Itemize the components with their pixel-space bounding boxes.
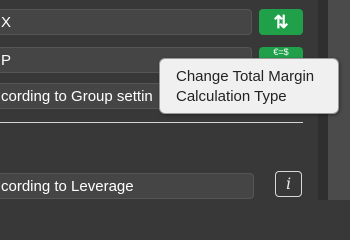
field-p-value: P: [1, 52, 12, 69]
swap-vertical-icon: ⇅: [273, 11, 289, 32]
section-divider: [0, 122, 303, 123]
leverage-value: cording to Leverage: [1, 178, 134, 195]
tooltip-line-1: Change Total Margin: [176, 68, 315, 85]
currency-exchange-icon: €=$: [273, 46, 289, 57]
leverage-dropdown[interactable]: cording to Leverage: [0, 173, 254, 199]
margin-type-dropdown[interactable]: cording to Group settin: [0, 83, 168, 109]
info-button[interactable]: i: [275, 171, 302, 197]
field-x[interactable]: X: [0, 9, 252, 35]
field-x-value: X: [1, 14, 12, 31]
margin-calculation-tooltip: Change Total Margin Calculation Type: [159, 58, 339, 114]
margin-type-value: cording to Group settin: [1, 88, 153, 105]
tooltip-line-2: Calculation Type: [176, 88, 287, 105]
swap-button[interactable]: ⇅: [259, 9, 303, 35]
info-icon: i: [285, 174, 292, 193]
